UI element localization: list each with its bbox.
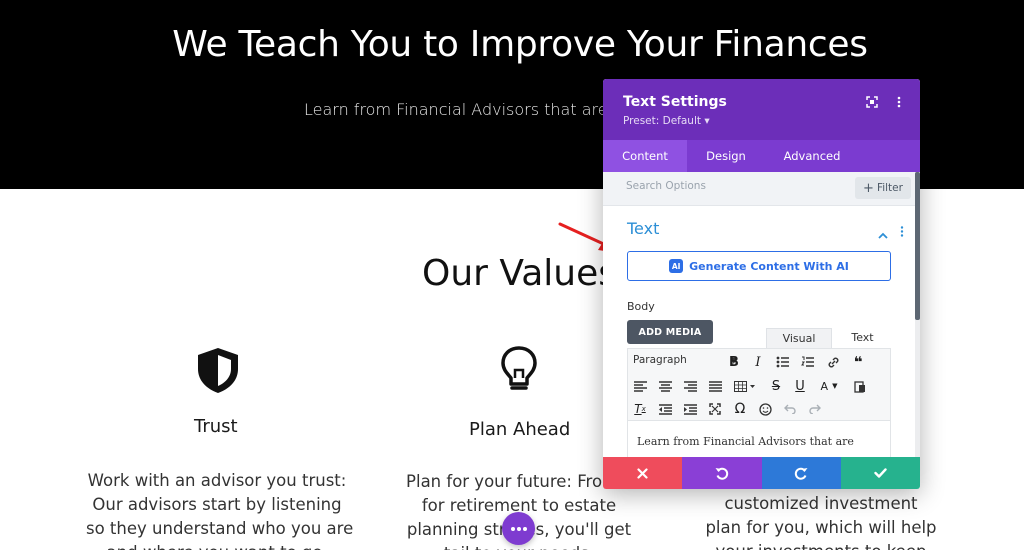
tab-advanced[interactable]: Advanced — [765, 140, 859, 172]
numbered-list-icon[interactable] — [800, 354, 816, 370]
underline-icon[interactable]: U — [792, 378, 808, 394]
link-icon[interactable] — [825, 354, 841, 370]
panel-scrollbar[interactable] — [915, 172, 920, 489]
hero-subtitle: Learn from Financial Advisors that are — [304, 100, 608, 119]
emoji-icon[interactable] — [757, 401, 773, 417]
body-editor[interactable]: Learn from Financial Advisors that are — [627, 421, 891, 461]
more-vertical-icon[interactable] — [892, 95, 906, 109]
clear-formatting-icon[interactable]: Tx — [632, 401, 648, 417]
text-settings-panel: Text Settings Preset: Default ▾ Content … — [603, 79, 920, 489]
bold-icon[interactable]: B — [726, 354, 742, 370]
scrollbar-thumb[interactable] — [915, 172, 920, 320]
value-description-trust: Work with an advisor you trust: Our advi… — [86, 471, 354, 550]
save-button[interactable] — [840, 457, 920, 489]
settings-tabs: Content Design Advanced — [603, 140, 920, 172]
section-more-icon[interactable] — [900, 222, 904, 241]
redo-icon[interactable] — [807, 401, 823, 417]
table-icon[interactable] — [732, 378, 758, 394]
panel-footer — [603, 457, 920, 489]
search-row: + Filter — [603, 172, 915, 206]
value-description-third: customized investment plan for you, whic… — [705, 494, 937, 550]
special-character-icon[interactable]: Ω — [732, 401, 748, 417]
builder-menu-button[interactable] — [502, 512, 535, 545]
chevron-up-icon[interactable] — [878, 224, 888, 243]
fullscreen-icon[interactable] — [707, 401, 723, 417]
section-title-text[interactable]: Text — [627, 219, 659, 238]
filter-button[interactable]: + Filter — [855, 177, 911, 199]
search-options-input[interactable] — [626, 180, 826, 192]
indent-icon[interactable] — [682, 401, 698, 417]
plus-icon: + — [863, 180, 874, 196]
undo-icon — [715, 467, 729, 480]
editor-tab-text[interactable]: Text — [832, 328, 893, 348]
close-icon — [637, 467, 648, 479]
editor-content[interactable]: Learn from Financial Advisors that are — [637, 435, 854, 448]
check-icon — [874, 468, 887, 478]
editor-tab-visual[interactable]: Visual — [766, 328, 832, 348]
undo-button[interactable] — [682, 457, 762, 489]
panel-title: Text Settings — [623, 94, 727, 110]
expand-icon[interactable] — [865, 95, 879, 109]
value-name-plan-ahead: Plan Ahead — [469, 419, 571, 440]
caret-down-icon: ▾ — [704, 115, 710, 127]
paste-text-icon[interactable] — [852, 378, 868, 394]
generate-content-ai-button[interactable]: AI Generate Content With AI — [627, 251, 891, 281]
more-horizontal-icon — [510, 526, 527, 531]
align-left-icon[interactable] — [632, 378, 648, 394]
tab-content[interactable]: Content — [603, 140, 687, 172]
italic-icon[interactable]: I — [750, 354, 766, 370]
undo-icon[interactable] — [782, 401, 798, 417]
align-justify-icon[interactable] — [707, 378, 723, 394]
strikethrough-icon[interactable]: S — [768, 378, 784, 394]
panel-header: Text Settings Preset: Default ▾ — [603, 79, 920, 140]
redo-button[interactable] — [761, 457, 841, 489]
text-color-icon[interactable]: A ▼ — [816, 378, 842, 394]
preset-dropdown[interactable]: Preset: Default ▾ — [623, 115, 710, 127]
add-media-button[interactable]: ADD MEDIA — [627, 320, 713, 344]
ai-icon: AI — [669, 259, 684, 273]
tab-design[interactable]: Design — [687, 140, 765, 172]
align-center-icon[interactable] — [657, 378, 673, 394]
format-select[interactable]: Paragraph ▼ — [633, 354, 737, 366]
redo-icon — [794, 467, 808, 480]
shield-icon — [194, 345, 242, 399]
value-name-trust: Trust — [194, 416, 238, 437]
bullet-list-icon[interactable] — [775, 354, 791, 370]
editor-toolbar: Paragraph ▼ B I ❝ S U A ▼ T x Ω — [627, 348, 891, 421]
lightbulb-icon — [498, 344, 540, 398]
cancel-button[interactable] — [603, 457, 683, 489]
body-label: Body — [627, 300, 655, 313]
hero-title: We Teach You to Improve Your Finances — [172, 24, 868, 65]
align-right-icon[interactable] — [682, 378, 698, 394]
outdent-icon[interactable] — [657, 401, 673, 417]
blockquote-icon[interactable]: ❝ — [850, 353, 866, 371]
